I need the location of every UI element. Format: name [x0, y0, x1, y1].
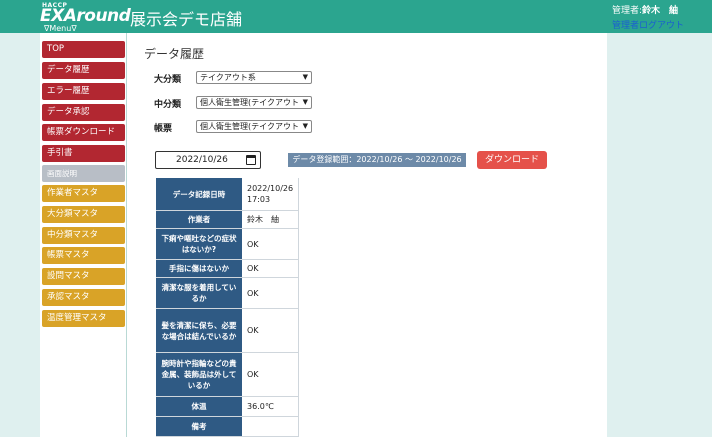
row-header: 髪を清潔に保ち、必要な場合は結んでいるか — [156, 309, 242, 352]
row-header: 体温 — [156, 397, 242, 416]
middle-category-label: 中分類 — [154, 100, 182, 110]
row-value: OK — [242, 260, 299, 277]
table-row: データ記録日時 2022/10/26 17:03 — [156, 178, 299, 211]
row-header: 作業者 — [156, 211, 242, 228]
row-value: OK — [242, 229, 299, 259]
left-margin — [0, 33, 40, 437]
chevron-down-icon: ▼ — [302, 122, 308, 130]
sidebar-item-form-master[interactable]: 帳票マスタ — [42, 247, 125, 264]
form-value: 個人衛生管理(テイクアウト — [200, 122, 299, 131]
chevron-down-icon: ▼ — [302, 73, 308, 81]
download-button[interactable]: ダウンロード — [477, 151, 547, 169]
row-value: OK — [242, 353, 299, 396]
user-info: 管理者:鈴木 紬 — [612, 3, 678, 16]
table-row: 腕時計や指輪などの貴金属、装飾品は外しているか OK — [156, 353, 299, 397]
logout-link[interactable]: 管理者ログアウト — [612, 18, 684, 31]
sidebar-item-middle-category-master[interactable]: 中分類マスタ — [42, 227, 125, 244]
row-header: 手指に傷はないか — [156, 260, 242, 277]
table-row: 手指に傷はないか OK — [156, 260, 299, 278]
sidebar-item-manual[interactable]: 手引書 — [42, 145, 125, 162]
major-category-select[interactable]: テイクアウト系 ▼ — [196, 71, 312, 84]
row-value: 鈴木 紬 — [242, 211, 299, 228]
sidebar-item-screen-guide[interactable]: 画面説明 — [42, 165, 125, 182]
row-value: 36.0℃ — [242, 397, 299, 416]
sidebar-item-temperature-master[interactable]: 温度管理マスタ — [42, 310, 125, 327]
menu-toggle[interactable]: ∇Menu∇ — [44, 24, 77, 33]
row-header: 腕時計や指輪などの貴金属、装飾品は外しているか — [156, 353, 242, 396]
table-row: 清潔な服を着用しているか OK — [156, 278, 299, 309]
form-label: 帳票 — [154, 124, 173, 134]
middle-category-select[interactable]: 個人衛生管理(テイクアウト ▼ — [196, 96, 312, 109]
row-header: 備考 — [156, 417, 242, 436]
date-input[interactable]: 2022/10/26 — [155, 151, 261, 169]
row-header: 下痢や嘔吐などの症状はないか? — [156, 229, 242, 259]
sidebar-item-worker-master[interactable]: 作業者マスタ — [42, 185, 125, 202]
form-select[interactable]: 個人衛生管理(テイクアウト ▼ — [196, 120, 312, 133]
sidebar-item-data-history[interactable]: データ履歴 — [42, 62, 125, 79]
date-value: 2022/10/26 — [176, 155, 228, 165]
user-prefix: 管理者: — [612, 6, 643, 16]
user-name: 鈴木 紬 — [642, 6, 679, 16]
row-value: OK — [242, 309, 299, 352]
right-margin — [607, 33, 712, 437]
row-value — [242, 417, 299, 436]
sidebar-item-error-history[interactable]: エラー履歴 — [42, 83, 125, 100]
sidebar-item-approval-master[interactable]: 承認マスタ — [42, 289, 125, 306]
row-value: 2022/10/26 17:03 — [242, 178, 299, 210]
table-row: 備考 — [156, 417, 299, 437]
page-title: データ履歴 — [144, 47, 205, 61]
sidebar: TOP データ履歴 エラー履歴 データ承認 帳票ダウンロード 手引書 画面説明 … — [40, 33, 127, 437]
main-content: データ履歴 大分類 テイクアウト系 ▼ 中分類 個人衛生管理(テイクアウト ▼ … — [128, 33, 607, 437]
row-header: 清潔な服を着用しているか — [156, 278, 242, 308]
store-name: 展示会デモ店舗 — [130, 10, 243, 29]
sidebar-item-data-approval[interactable]: データ承認 — [42, 104, 125, 121]
row-header: データ記録日時 — [156, 178, 242, 210]
chevron-down-icon: ▼ — [302, 98, 308, 106]
major-category-value: テイクアウト系 — [200, 73, 256, 82]
app-header: HACCP EXAround ∇Menu∇ 展示会デモ店舗 管理者:鈴木 紬 管… — [0, 0, 712, 33]
row-value: OK — [242, 278, 299, 308]
calendar-icon[interactable] — [246, 155, 256, 165]
middle-category-value: 個人衛生管理(テイクアウト — [200, 98, 299, 107]
major-category-label: 大分類 — [154, 75, 182, 85]
sidebar-item-top[interactable]: TOP — [42, 41, 125, 58]
registration-range: データ登録範囲：2022/10/26 〜 2022/10/26 — [288, 153, 466, 167]
table-row: 下痢や嘔吐などの症状はないか? OK — [156, 229, 299, 260]
table-row: 体温 36.0℃ — [156, 397, 299, 417]
logo-brand-text: EXAround — [40, 6, 131, 26]
sidebar-item-question-master[interactable]: 設問マスタ — [42, 268, 125, 285]
app-logo[interactable]: HACCP EXAround ∇Menu∇ — [40, 2, 131, 33]
table-row: 髪を清潔に保ち、必要な場合は結んでいるか OK — [156, 309, 299, 353]
sidebar-item-form-download[interactable]: 帳票ダウンロード — [42, 124, 125, 141]
table-row: 作業者 鈴木 紬 — [156, 211, 299, 229]
sidebar-item-major-category-master[interactable]: 大分類マスタ — [42, 206, 125, 223]
